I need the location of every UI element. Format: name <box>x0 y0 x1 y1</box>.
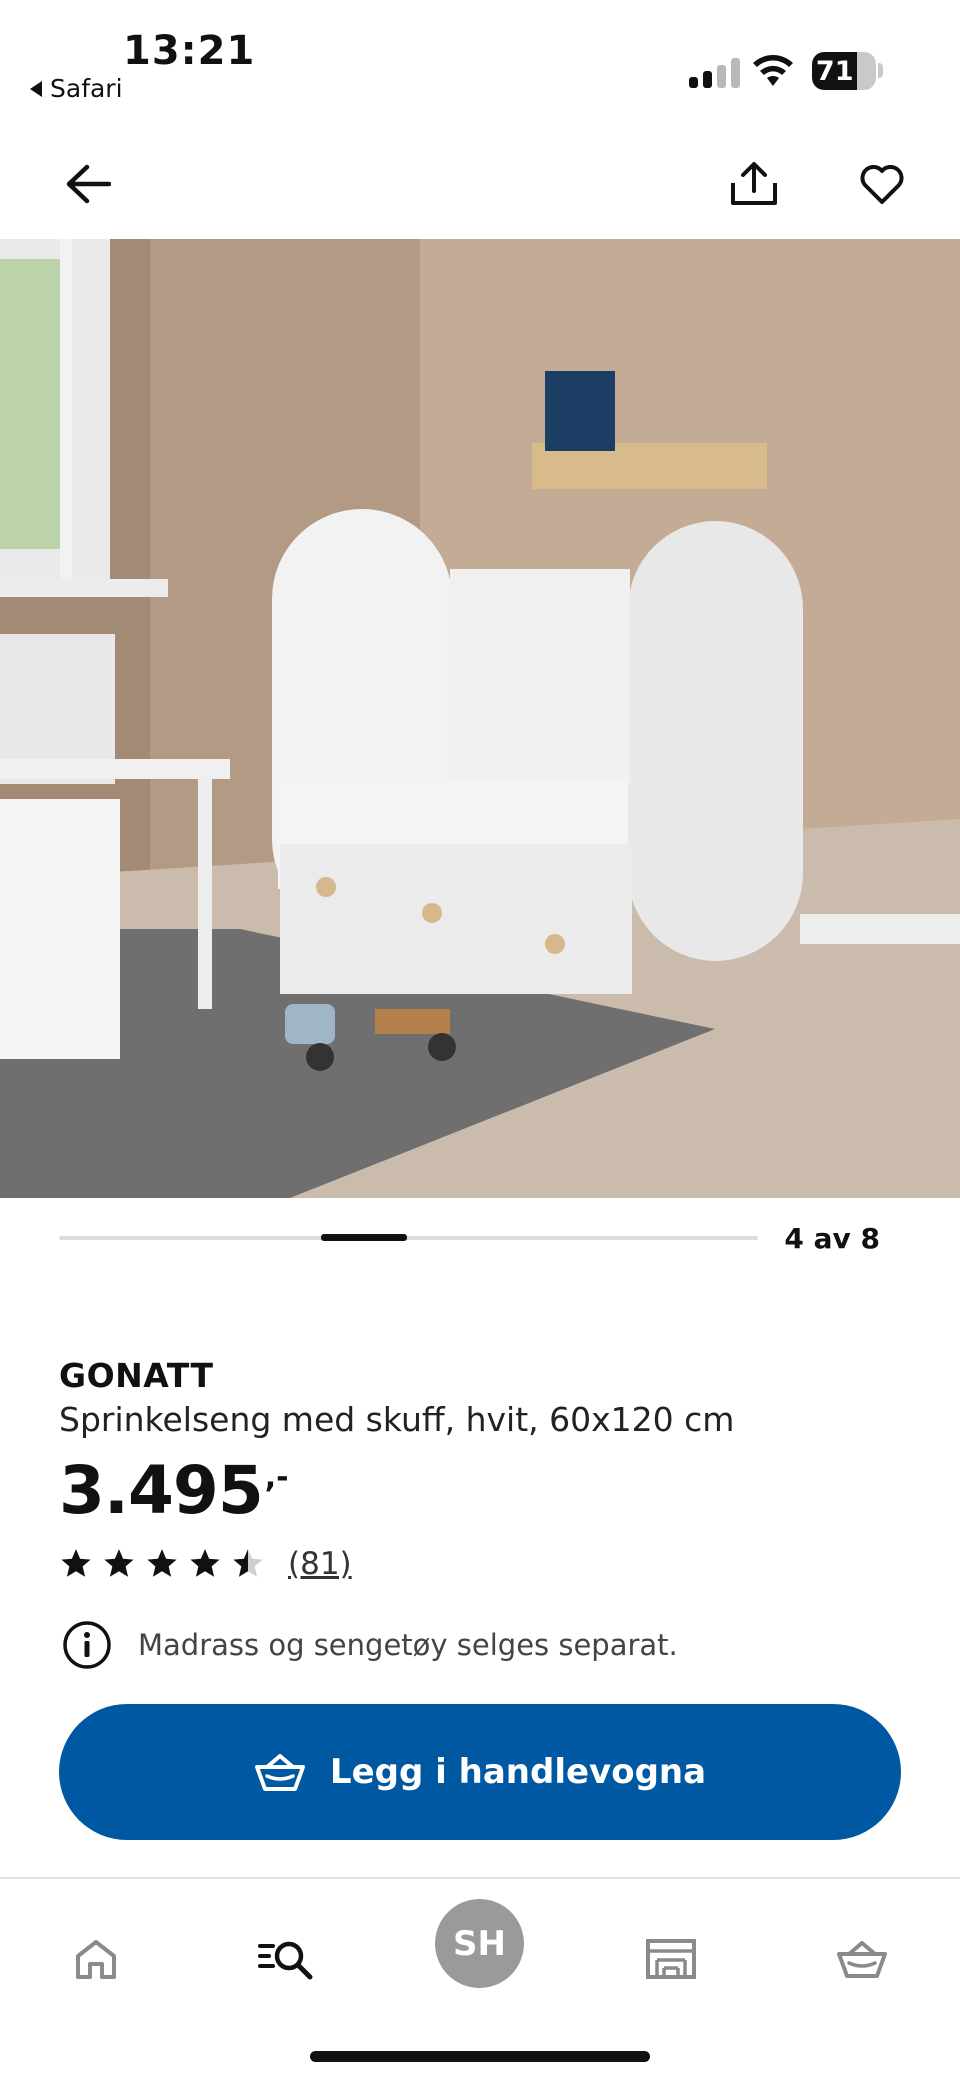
product-description: Sprinkelseng med skuff, hvit, 60x120 cm <box>59 1400 735 1439</box>
product-brand: GONATT <box>59 1356 214 1395</box>
review-count-link[interactable]: (81) <box>288 1546 352 1582</box>
price-amount: 3.495 <box>59 1452 264 1529</box>
star-full-icon <box>61 1549 91 1577</box>
search-icon <box>258 1941 313 1980</box>
add-to-cart-button[interactable]: Legg i handlevogna <box>59 1704 901 1840</box>
back-button[interactable] <box>53 149 123 219</box>
status-time: 13:21 <box>123 28 256 74</box>
product-price: 3.495 ,- <box>59 1452 289 1529</box>
product-photo <box>0 239 960 1198</box>
share-icon <box>731 162 777 205</box>
back-triangle-icon <box>30 80 42 97</box>
star-full-icon <box>104 1549 134 1577</box>
cellular-signal-icon <box>689 58 740 88</box>
arrow-left-icon <box>66 164 111 204</box>
tab-stores[interactable] <box>631 1919 711 1999</box>
star-full-icon <box>147 1549 177 1577</box>
home-indicator[interactable] <box>310 2051 650 2062</box>
tab-search[interactable] <box>246 1919 326 1999</box>
battery-level: 71 <box>815 55 854 87</box>
share-button[interactable] <box>719 149 789 219</box>
price-suffix: ,- <box>264 1460 289 1495</box>
tab-cart[interactable] <box>822 1919 902 1999</box>
gallery-progress-thumb <box>321 1234 407 1241</box>
gallery-progress-track <box>59 1234 758 1241</box>
product-rating[interactable]: (81) <box>59 1546 352 1582</box>
product-notice: Madrass og sengetøy selges separat. <box>62 1620 678 1670</box>
battery-icon: 71 <box>812 52 876 90</box>
tab-profile-avatar[interactable]: SH <box>435 1899 524 1988</box>
basket-icon <box>837 1941 887 1978</box>
back-to-app-link[interactable]: Safari <box>30 74 123 103</box>
star-half-icon <box>233 1549 263 1577</box>
notice-text: Madrass og sengetøy selges separat. <box>138 1628 678 1662</box>
heart-icon <box>860 165 904 204</box>
basket-icon <box>254 1754 305 1791</box>
info-icon <box>63 1621 111 1669</box>
wifi-icon <box>753 55 793 86</box>
store-icon <box>646 1939 696 1979</box>
add-to-cart-label: Legg i handlevogna <box>329 1752 707 1792</box>
star-full-icon <box>190 1549 220 1577</box>
favorite-button[interactable] <box>847 149 917 219</box>
tab-home[interactable] <box>56 1919 136 1999</box>
home-icon <box>76 1940 116 1979</box>
gallery-counter: 4 av 8 <box>784 1222 880 1255</box>
product-image[interactable] <box>0 239 960 1198</box>
back-app-label: Safari <box>50 74 123 103</box>
